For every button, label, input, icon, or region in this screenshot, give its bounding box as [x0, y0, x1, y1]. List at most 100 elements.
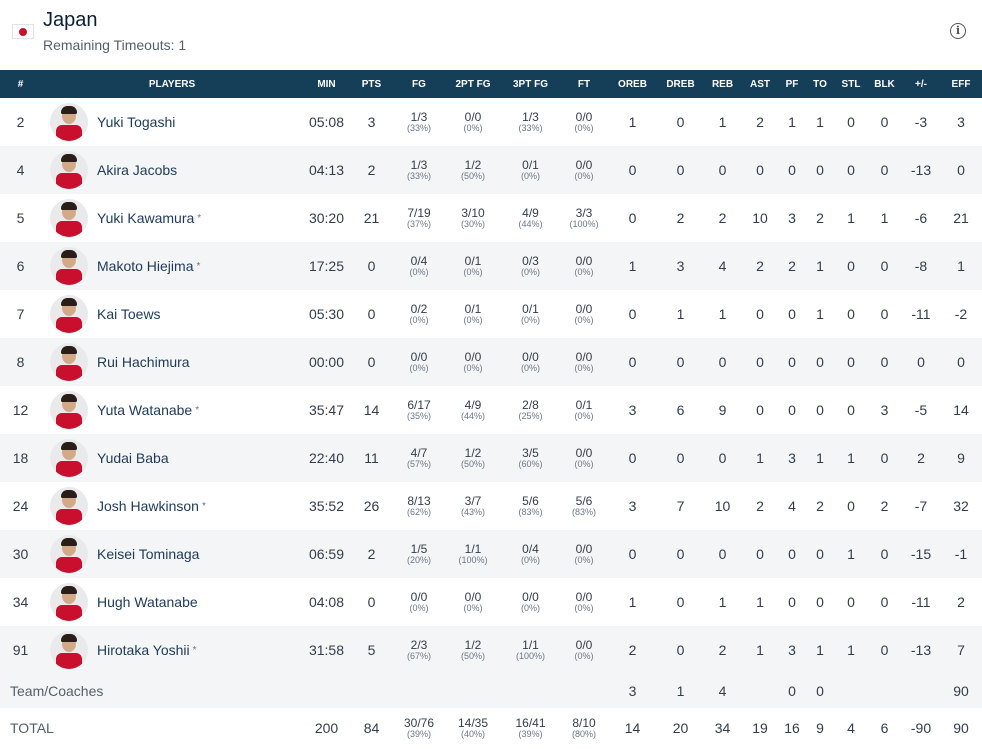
player-name-link[interactable]: Keisei Tominaga	[97, 546, 199, 562]
jersey-number: 18	[12, 450, 29, 466]
column-header[interactable]: 3PT FG	[501, 70, 560, 98]
pf: 0	[788, 162, 796, 178]
oreb: 2	[628, 642, 637, 658]
player-name-link[interactable]: Yuki Kawamura	[97, 210, 194, 226]
ft: 0/0 (0%)	[560, 626, 608, 674]
column-header[interactable]: BLK	[867, 70, 902, 98]
blk: 0	[880, 258, 889, 274]
jersey-number: 8	[16, 354, 25, 370]
pm: -6	[914, 210, 928, 226]
player-row[interactable]: 18 Yudai Baba 22:40 11 4/7 (57%) 1/2 (50%) 3/5 (6…	[0, 434, 982, 482]
oreb: 0	[628, 162, 637, 178]
player-avatar[interactable]	[50, 343, 88, 381]
player-name-link[interactable]: Josh Hawkinson	[97, 498, 199, 514]
jersey-number: 24	[12, 498, 29, 514]
column-header[interactable]: PF	[779, 70, 805, 98]
fg3-made-attempted: 0/1	[522, 157, 539, 172]
fg2: 0/0 (0%)	[445, 98, 501, 146]
column-header[interactable]: PTS	[350, 70, 393, 98]
jersey-number: 5	[16, 210, 25, 226]
fg3-percentage: (100%)	[515, 650, 545, 661]
player-name-link[interactable]: Yudai Baba	[97, 450, 169, 466]
fg: 30/76 (39%)	[393, 708, 445, 748]
player-avatar[interactable]	[50, 439, 88, 477]
player-avatar[interactable]	[50, 535, 88, 573]
player-row[interactable]: 7 Kai Toews 05:30 0 0/2 (0%) 0/1 (0%) 0/1 (0%) 0/0…	[0, 290, 982, 338]
column-header[interactable]: TO	[805, 70, 835, 98]
player-row[interactable]: 2 Yuki Togashi 05:08 3 1/3 (33%) 0/0 (0%) 1/3 (33…	[0, 98, 982, 146]
player-name-link[interactable]: Rui Hachimura	[97, 354, 190, 370]
eff: 90	[953, 683, 969, 699]
player-name-link[interactable]: Yuta Watanabe	[97, 402, 192, 418]
fg2: 0/1 (0%)	[445, 242, 501, 290]
column-header[interactable]: DREB	[657, 70, 704, 98]
column-header[interactable]: FT	[560, 70, 608, 98]
ft-made-attempted: 0/0	[575, 589, 593, 604]
fg-made-attempted: 0/4	[410, 253, 428, 268]
column-header[interactable]: 2PT FG	[445, 70, 501, 98]
fg3: 5/6 (83%)	[501, 482, 560, 530]
minutes: 05:30	[308, 306, 345, 322]
fg: 0/0 (0%)	[393, 338, 445, 386]
points: 21	[363, 210, 380, 226]
player-avatar[interactable]	[50, 295, 88, 333]
player-name-link[interactable]: Akira Jacobs	[97, 162, 177, 178]
player-avatar[interactable]	[50, 151, 88, 189]
fg: 0/2 (0%)	[393, 290, 445, 338]
player-name-link[interactable]: Kai Toews	[97, 306, 161, 322]
fg-percentage: (0%)	[409, 362, 429, 373]
column-header[interactable]: AST	[741, 70, 779, 98]
dreb: 1	[676, 306, 685, 322]
player-avatar[interactable]	[50, 199, 88, 237]
player-avatar[interactable]	[50, 103, 88, 141]
player-name-link[interactable]: Hirotaka Yoshii	[97, 642, 190, 658]
dreb: 0	[676, 594, 685, 610]
ft: 3/3 (100%)	[560, 194, 608, 242]
fg2-made-attempted: 14/35	[457, 715, 489, 730]
player-avatar[interactable]	[50, 583, 88, 621]
player-name-link[interactable]: Hugh Watanabe	[97, 594, 198, 610]
column-header[interactable]: STL	[835, 70, 867, 98]
player-row[interactable]: 6 Makoto Hiejima * 17:25 0 0/4 (0%) 0/1 (0%) 0/3(…	[0, 242, 982, 290]
points: 2	[367, 546, 376, 562]
fg2-made-attempted: 1/2	[464, 637, 482, 652]
player-row[interactable]: 34 Hugh Watanabe 04:08 0 0/0 (0%) 0/0 (0%) 0/0 (0…	[0, 578, 982, 626]
player-avatar[interactable]	[50, 247, 88, 285]
info-icon[interactable]: i	[950, 23, 966, 39]
player-row[interactable]: 24 Josh Hawkinson * 35:52 26 8/13 (62%) 3/7 (43%…	[0, 482, 982, 530]
player-avatar[interactable]	[50, 631, 88, 669]
oreb: 1	[628, 258, 637, 274]
player-name-link[interactable]: Makoto Hiejima	[97, 258, 193, 274]
points: 2	[367, 162, 376, 178]
fg2-made-attempted: 4/9	[464, 397, 482, 412]
player-row[interactable]: 5 Yuki Kawamura * 30:20 21 7/19 (37%) 3/10 (30%)…	[0, 194, 982, 242]
fg2-percentage: (43%)	[460, 506, 485, 517]
eff: 0	[957, 354, 965, 370]
player-avatar[interactable]	[50, 487, 88, 525]
jersey-number: 12	[12, 402, 29, 418]
column-header[interactable]: EFF	[940, 70, 982, 98]
japan-flag-icon	[12, 24, 34, 39]
column-header[interactable]: PLAYERS	[41, 70, 303, 98]
column-header[interactable]: +/-	[902, 70, 940, 98]
player-name-link[interactable]: Yuki Togashi	[97, 114, 175, 130]
player-row[interactable]: 91 Hirotaka Yoshii * 31:58 5 2/3 (67%) 1/2 (50%)…	[0, 626, 982, 674]
reb: 4	[718, 683, 727, 699]
reb: 9	[718, 402, 727, 418]
player-row[interactable]: 30 Keisei Tominaga 06:59 2 1/5 (20%) 1/1 (100%)…	[0, 530, 982, 578]
column-header[interactable]: OREB	[608, 70, 657, 98]
player-cell: Yuki Togashi	[41, 98, 303, 146]
column-header[interactable]: FG	[393, 70, 445, 98]
player-row[interactable]: 8 Rui Hachimura 00:00 0 0/0 (0%) 0/0 (0%) 0/0 (0%…	[0, 338, 982, 386]
to: 0	[816, 546, 824, 562]
player-avatar[interactable]	[50, 391, 88, 429]
player-row[interactable]: 4 Akira Jacobs 04:13 2 1/3 (33%) 1/2 (50%) 0/1 (0…	[0, 146, 982, 194]
player-row[interactable]: 12 Yuta Watanabe * 35:47 14 6/17 (35%) 4/9 (44%)…	[0, 386, 982, 434]
dreb: 2	[676, 210, 685, 226]
column-header[interactable]: MIN	[303, 70, 350, 98]
fg2-made-attempted: 1/2	[464, 157, 482, 172]
player-cell: Kai Toews	[41, 290, 303, 338]
column-header[interactable]: #	[0, 70, 41, 98]
column-header[interactable]: REB	[704, 70, 741, 98]
fg-percentage: (39%)	[406, 728, 431, 739]
